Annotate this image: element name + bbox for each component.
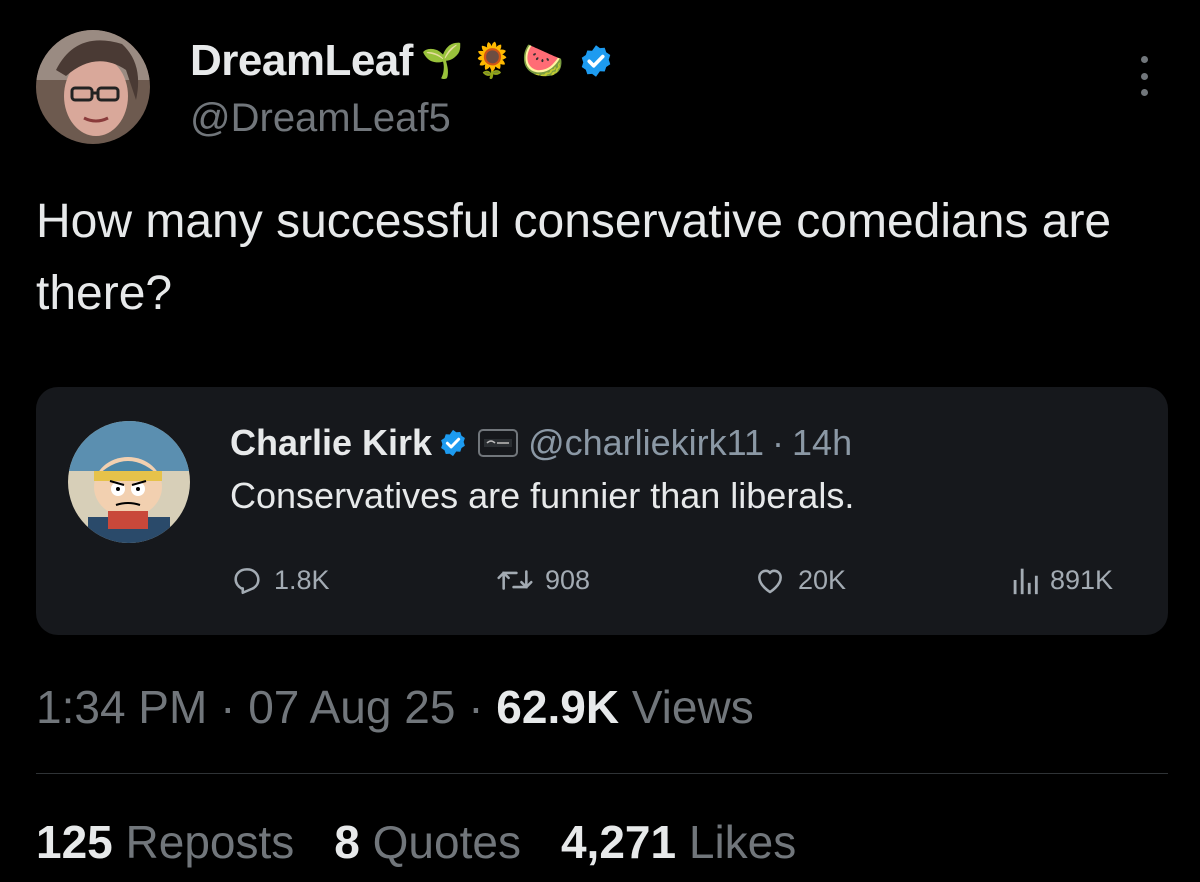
views-total: 62.9K xyxy=(496,681,620,733)
like-count: 20K xyxy=(798,564,847,595)
quotes-label: Quotes xyxy=(372,816,521,868)
reposts-label: Reposts xyxy=(125,816,295,868)
seedling-emoji-icon: 🌱 xyxy=(420,42,464,80)
views-action[interactable]: 891K xyxy=(1010,560,1113,600)
author-name-row[interactable]: DreamLeaf 🌱 🌻 🍉 xyxy=(190,33,614,89)
repost-count: 908 xyxy=(545,564,591,595)
likes-label: Likes xyxy=(688,816,797,868)
quoted-display-name[interactable]: Charlie Kirk xyxy=(230,422,432,464)
quotes-stat[interactable]: 8 Quotes xyxy=(334,815,521,869)
reply-count: 1.8K xyxy=(274,564,330,595)
author-handle[interactable]: @DreamLeaf5 xyxy=(190,96,451,141)
quoted-tweet-card[interactable]: Charlie Kirk @charliekirk11 · 14h Conser… xyxy=(36,387,1168,635)
quoted-author-avatar[interactable] xyxy=(68,421,190,543)
like-action[interactable]: 20K xyxy=(752,560,846,600)
author-avatar[interactable] xyxy=(36,30,150,144)
more-icon[interactable] xyxy=(1132,56,1156,96)
meta-separator: · xyxy=(468,681,484,733)
meta-separator: · xyxy=(220,681,236,733)
views-icon xyxy=(1013,568,1038,595)
more-dot xyxy=(1140,72,1148,80)
likes-stat[interactable]: 4,271 Likes xyxy=(561,815,796,869)
repost-action[interactable]: 908 xyxy=(495,560,590,600)
tweet-text: How many successful conservative comedia… xyxy=(36,195,1112,320)
quoted-time[interactable]: 14h xyxy=(792,422,852,464)
sunflower-emoji-icon: 🌻 xyxy=(471,42,514,80)
author-avatar-image xyxy=(36,30,150,144)
quoted-text: Conservatives are funnier than liberals. xyxy=(230,475,855,516)
views-count: 891K xyxy=(1050,564,1114,595)
reposts-stat[interactable]: 125 Reposts xyxy=(36,815,294,869)
affiliate-badge-icon[interactable] xyxy=(478,429,519,457)
quoted-separator: · xyxy=(772,422,785,463)
tweet-time[interactable]: 1:34 PM xyxy=(36,681,207,733)
tweet-meta: 1:34 PM · 07 Aug 25 · 62.9K Views xyxy=(36,680,754,734)
more-dot xyxy=(1140,89,1148,96)
verified-badge-icon[interactable] xyxy=(578,43,614,79)
reply-action[interactable]: 1.8K xyxy=(230,560,330,600)
author-display-name[interactable]: DreamLeaf xyxy=(190,36,413,86)
quoted-handle[interactable]: @charliekirk11 xyxy=(528,422,764,464)
reposts-count: 125 xyxy=(36,816,113,868)
quotes-count: 8 xyxy=(334,816,360,868)
verified-badge-icon[interactable] xyxy=(438,428,468,458)
divider xyxy=(36,773,1168,774)
likes-count: 4,271 xyxy=(560,816,677,868)
repost-icon xyxy=(497,570,533,590)
like-icon xyxy=(758,569,782,594)
views-label: Views xyxy=(631,681,754,733)
more-dot xyxy=(1140,56,1148,63)
watermelon-emoji-icon: 🍉 xyxy=(521,42,564,80)
tweet-date[interactable]: 07 Aug 25 xyxy=(248,681,455,733)
quoted-avatar-image xyxy=(68,421,190,543)
quoted-header: Charlie Kirk @charliekirk11 · 14h xyxy=(230,421,852,465)
reply-icon xyxy=(234,568,260,595)
engagement-stats: 125 Reposts 8 Quotes 4,271 Likes xyxy=(36,815,796,869)
